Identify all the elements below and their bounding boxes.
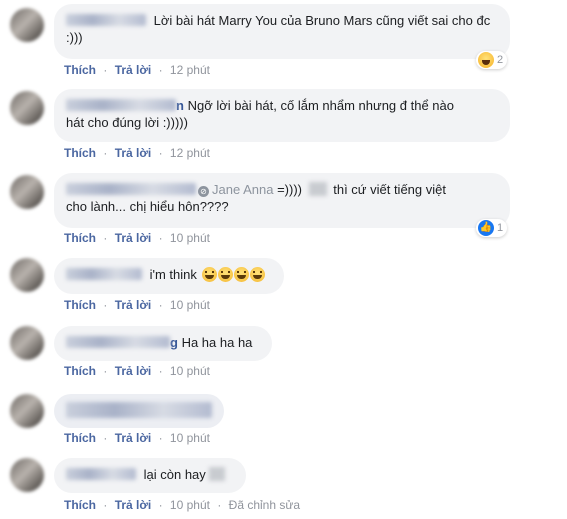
grinning-emoji-icon bbox=[233, 267, 249, 282]
avatar[interactable] bbox=[10, 8, 44, 42]
commenter-name[interactable] bbox=[66, 268, 142, 280]
avatar[interactable] bbox=[10, 394, 44, 428]
redacted-text bbox=[308, 182, 327, 196]
comment-text: Ngỡ lời bài hát, cố lắm nhẩm nhưng đ thể… bbox=[187, 98, 454, 113]
comment-bubble: ⊘ Jane Anna =)))) thì cứ viết tiếng việt … bbox=[54, 173, 510, 228]
comment-actions: Thích · Trả lời · 12 phút bbox=[64, 63, 210, 77]
reply-link[interactable]: Trả lời bbox=[115, 231, 152, 245]
commenter-name[interactable] bbox=[66, 402, 212, 418]
reaction-count: 2 bbox=[497, 54, 504, 66]
timestamp[interactable]: 10 phút bbox=[170, 231, 210, 245]
reaction-count: 1 bbox=[497, 222, 504, 234]
timestamp[interactable]: 12 phút bbox=[170, 63, 210, 77]
commenter-name[interactable] bbox=[66, 468, 136, 480]
edited-label[interactable]: Đã chỉnh sửa bbox=[229, 498, 300, 512]
avatar[interactable] bbox=[10, 326, 44, 360]
comment-text: Ha ha ha ha bbox=[181, 335, 253, 350]
comment-bubble: g Ha ha ha ha bbox=[54, 326, 272, 361]
comment-bubble bbox=[54, 394, 224, 428]
reply-link[interactable]: Trả lời bbox=[115, 146, 152, 160]
timestamp[interactable]: 10 phút bbox=[170, 298, 210, 312]
like-link[interactable]: Thích bbox=[64, 63, 96, 77]
avatar[interactable] bbox=[10, 175, 44, 209]
like-link[interactable]: Thích bbox=[64, 498, 96, 512]
comment-actions: Thích · Trả lời · 12 phút bbox=[64, 146, 210, 160]
redacted-text bbox=[208, 467, 225, 481]
like-link[interactable]: Thích bbox=[64, 146, 96, 160]
comment-text: lại còn hay bbox=[143, 467, 206, 482]
timestamp[interactable]: 10 phút bbox=[170, 498, 210, 512]
haha-reaction-icon bbox=[478, 52, 494, 68]
mention-icon: ⊘ bbox=[198, 186, 209, 197]
comment-text: cho lành... chị hiểu hôn???? bbox=[66, 199, 229, 214]
commenter-name[interactable] bbox=[66, 14, 146, 26]
avatar[interactable] bbox=[10, 91, 44, 125]
grinning-emoji-icon bbox=[249, 267, 265, 282]
reply-link[interactable]: Trả lời bbox=[115, 63, 152, 77]
reaction-summary[interactable]: 2 bbox=[476, 51, 508, 69]
grinning-emoji-icon bbox=[217, 267, 233, 282]
comment-bubble: n Ngỡ lời bài hát, cố lắm nhẩm nhưng đ t… bbox=[54, 89, 510, 142]
like-link[interactable]: Thích bbox=[64, 364, 96, 378]
reply-link[interactable]: Trả lời bbox=[115, 431, 152, 445]
comment-actions: Thích · Trả lời · 10 phút bbox=[64, 298, 210, 312]
comment-bubble: i'm think bbox=[54, 258, 284, 294]
comment-bubble: lại còn hay bbox=[54, 458, 246, 493]
timestamp[interactable]: 12 phút bbox=[170, 146, 210, 160]
grinning-emoji-icon bbox=[201, 267, 217, 282]
commenter-name[interactable] bbox=[66, 99, 176, 111]
comment-actions: Thích · Trả lời · 10 phút bbox=[64, 364, 210, 378]
like-link[interactable]: Thích bbox=[64, 231, 96, 245]
timestamp[interactable]: 10 phút bbox=[170, 364, 210, 378]
comment-text: i'm think bbox=[149, 267, 197, 282]
avatar[interactable] bbox=[10, 458, 44, 492]
like-link[interactable]: Thích bbox=[64, 298, 96, 312]
comment-bubble: Lời bài hát Marry You của Bruno Mars cũn… bbox=[54, 4, 510, 59]
reaction-summary[interactable]: 👍 1 bbox=[476, 219, 508, 237]
comment-text: hát cho đúng lời :))))) bbox=[66, 115, 188, 130]
reply-link[interactable]: Trả lời bbox=[115, 364, 152, 378]
timestamp[interactable]: 10 phút bbox=[170, 431, 210, 445]
reply-link[interactable]: Trả lời bbox=[115, 498, 152, 512]
reply-link[interactable]: Trả lời bbox=[115, 298, 152, 312]
commenter-name[interactable] bbox=[66, 336, 170, 348]
comment-actions: Thích · Trả lời · 10 phút · Đã chỉnh sửa bbox=[64, 498, 301, 512]
like-link[interactable]: Thích bbox=[64, 431, 96, 445]
avatar[interactable] bbox=[10, 258, 44, 292]
comment-actions: Thích · Trả lời · 10 phút bbox=[64, 231, 210, 245]
like-reaction-icon: 👍 bbox=[478, 220, 494, 236]
mention-link[interactable]: Jane Anna bbox=[212, 182, 273, 197]
comment-actions: Thích · Trả lời · 10 phút bbox=[64, 431, 210, 445]
commenter-name[interactable] bbox=[66, 183, 196, 195]
